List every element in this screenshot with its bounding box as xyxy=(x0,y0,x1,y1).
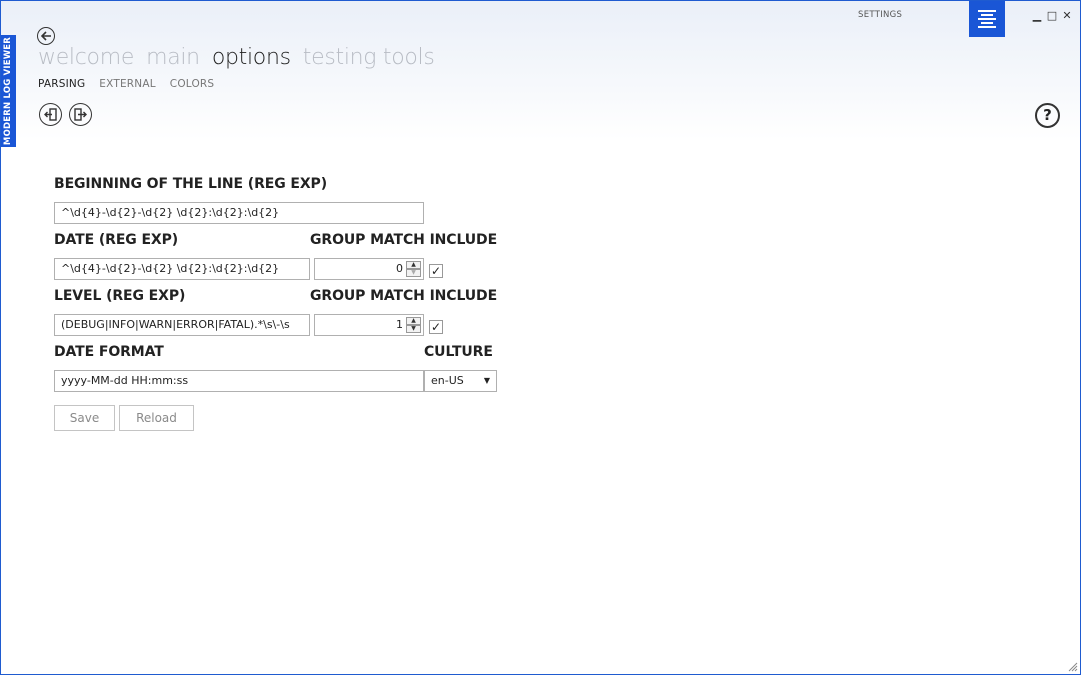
date-regex-input[interactable]: ^\d{4}-\d{2}-\d{2} \d{2}:\d{2}:\d{2} xyxy=(54,258,310,280)
culture-select[interactable]: en-US ▼ xyxy=(424,370,497,392)
date-label: DATE (REG EXP) xyxy=(54,232,179,248)
tab-parsing[interactable]: PARSING xyxy=(38,78,85,90)
culture-select-value: en-US xyxy=(431,374,464,387)
close-button[interactable]: ✕ xyxy=(1061,10,1073,22)
level-label: LEVEL (REG EXP) xyxy=(54,288,186,304)
nav-welcome[interactable]: welcome xyxy=(38,45,134,70)
level-group-stepper[interactable]: 1 ▲ ▼ xyxy=(314,314,424,336)
date-group-stepper[interactable]: 0 ▲ ▼ xyxy=(314,258,424,280)
settings-link[interactable]: SETTINGS xyxy=(858,10,902,20)
app-side-title-text: MODERN LOG VIEWER xyxy=(3,36,14,146)
date-format-input[interactable]: yyyy-MM-dd HH:mm:ss xyxy=(54,370,424,392)
level-include-checkbox[interactable]: ✓ xyxy=(429,320,443,334)
import-button[interactable] xyxy=(39,103,62,126)
minimize-button[interactable]: ▁ xyxy=(1031,10,1043,22)
beginning-regex-input[interactable]: ^\d{4}-\d{2}-\d{2} \d{2}:\d{2}:\d{2} xyxy=(54,202,424,224)
date-group-value: 0 xyxy=(396,262,403,275)
app-side-title: MODERN LOG VIEWER xyxy=(1,35,16,147)
level-group-label: GROUP MATCH INCLUDE xyxy=(310,288,498,304)
reload-button[interactable]: Reload xyxy=(119,405,194,431)
tab-external[interactable]: EXTERNAL xyxy=(99,78,155,90)
chevron-down-icon: ▼ xyxy=(483,376,490,385)
maximize-button[interactable]: □ xyxy=(1046,10,1058,22)
level-group-up-button[interactable]: ▲ xyxy=(406,317,421,325)
level-group-down-button[interactable]: ▼ xyxy=(406,325,421,333)
beginning-label: BEGINNING OF THE LINE (REG EXP) xyxy=(54,176,328,192)
nav-testing-tools[interactable]: testing tools xyxy=(303,45,435,70)
nav-main[interactable]: main xyxy=(146,45,200,70)
back-button[interactable] xyxy=(37,27,55,45)
hamburger-menu-icon xyxy=(978,10,996,28)
date-group-label: GROUP MATCH INCLUDE xyxy=(310,232,498,248)
arrow-left-icon xyxy=(40,31,51,41)
menu-button[interactable] xyxy=(969,1,1005,37)
main-nav: welcome main options testing tools xyxy=(38,45,447,70)
date-include-checkbox[interactable]: ✓ xyxy=(429,264,443,278)
help-button[interactable]: ? xyxy=(1035,103,1060,128)
level-regex-input[interactable]: (DEBUG|INFO|WARN|ERROR|FATAL).*\s\-\s xyxy=(54,314,310,336)
nav-options[interactable]: options xyxy=(212,45,291,70)
level-group-value: 1 xyxy=(396,318,403,331)
tab-colors[interactable]: COLORS xyxy=(170,78,215,90)
culture-label: CULTURE xyxy=(424,344,493,360)
resize-grip-icon[interactable] xyxy=(1068,662,1078,672)
date-format-label: DATE FORMAT xyxy=(54,344,164,360)
export-button[interactable] xyxy=(69,103,92,126)
save-button[interactable]: Save xyxy=(54,405,115,431)
import-icon xyxy=(44,108,57,121)
sub-nav: PARSING EXTERNAL COLORS xyxy=(38,78,228,90)
export-icon xyxy=(74,108,87,121)
date-group-up-button[interactable]: ▲ xyxy=(406,261,421,269)
date-group-down-button[interactable]: ▼ xyxy=(406,269,421,277)
